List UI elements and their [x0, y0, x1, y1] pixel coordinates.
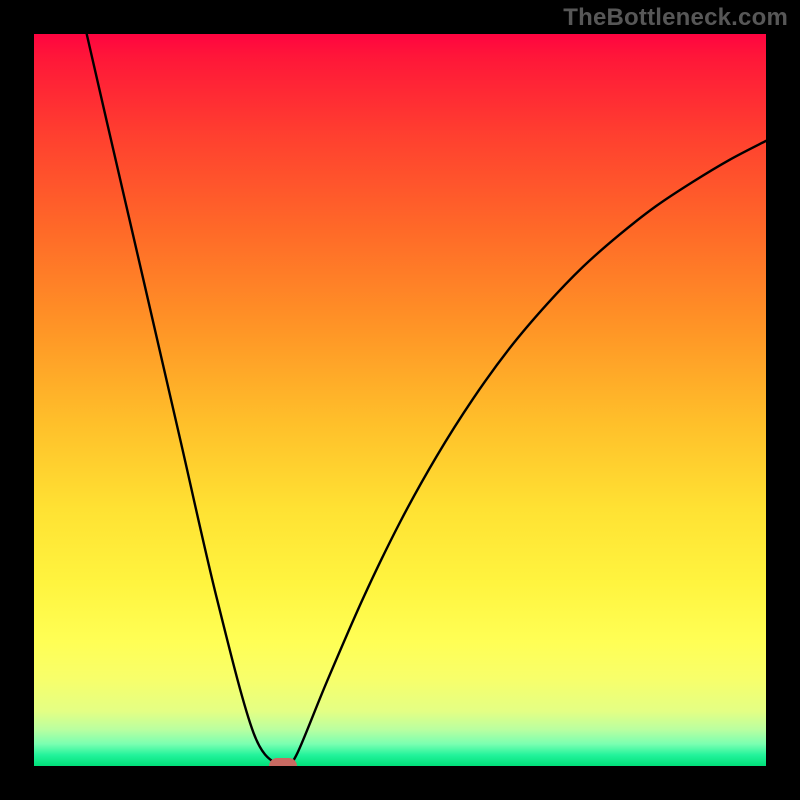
chart-frame: TheBottleneck.com [0, 0, 800, 800]
curve-svg [34, 34, 766, 766]
plot-area [34, 34, 766, 766]
bottleneck-curve [87, 34, 766, 766]
attribution-text: TheBottleneck.com [563, 4, 788, 32]
min-marker [269, 758, 297, 766]
